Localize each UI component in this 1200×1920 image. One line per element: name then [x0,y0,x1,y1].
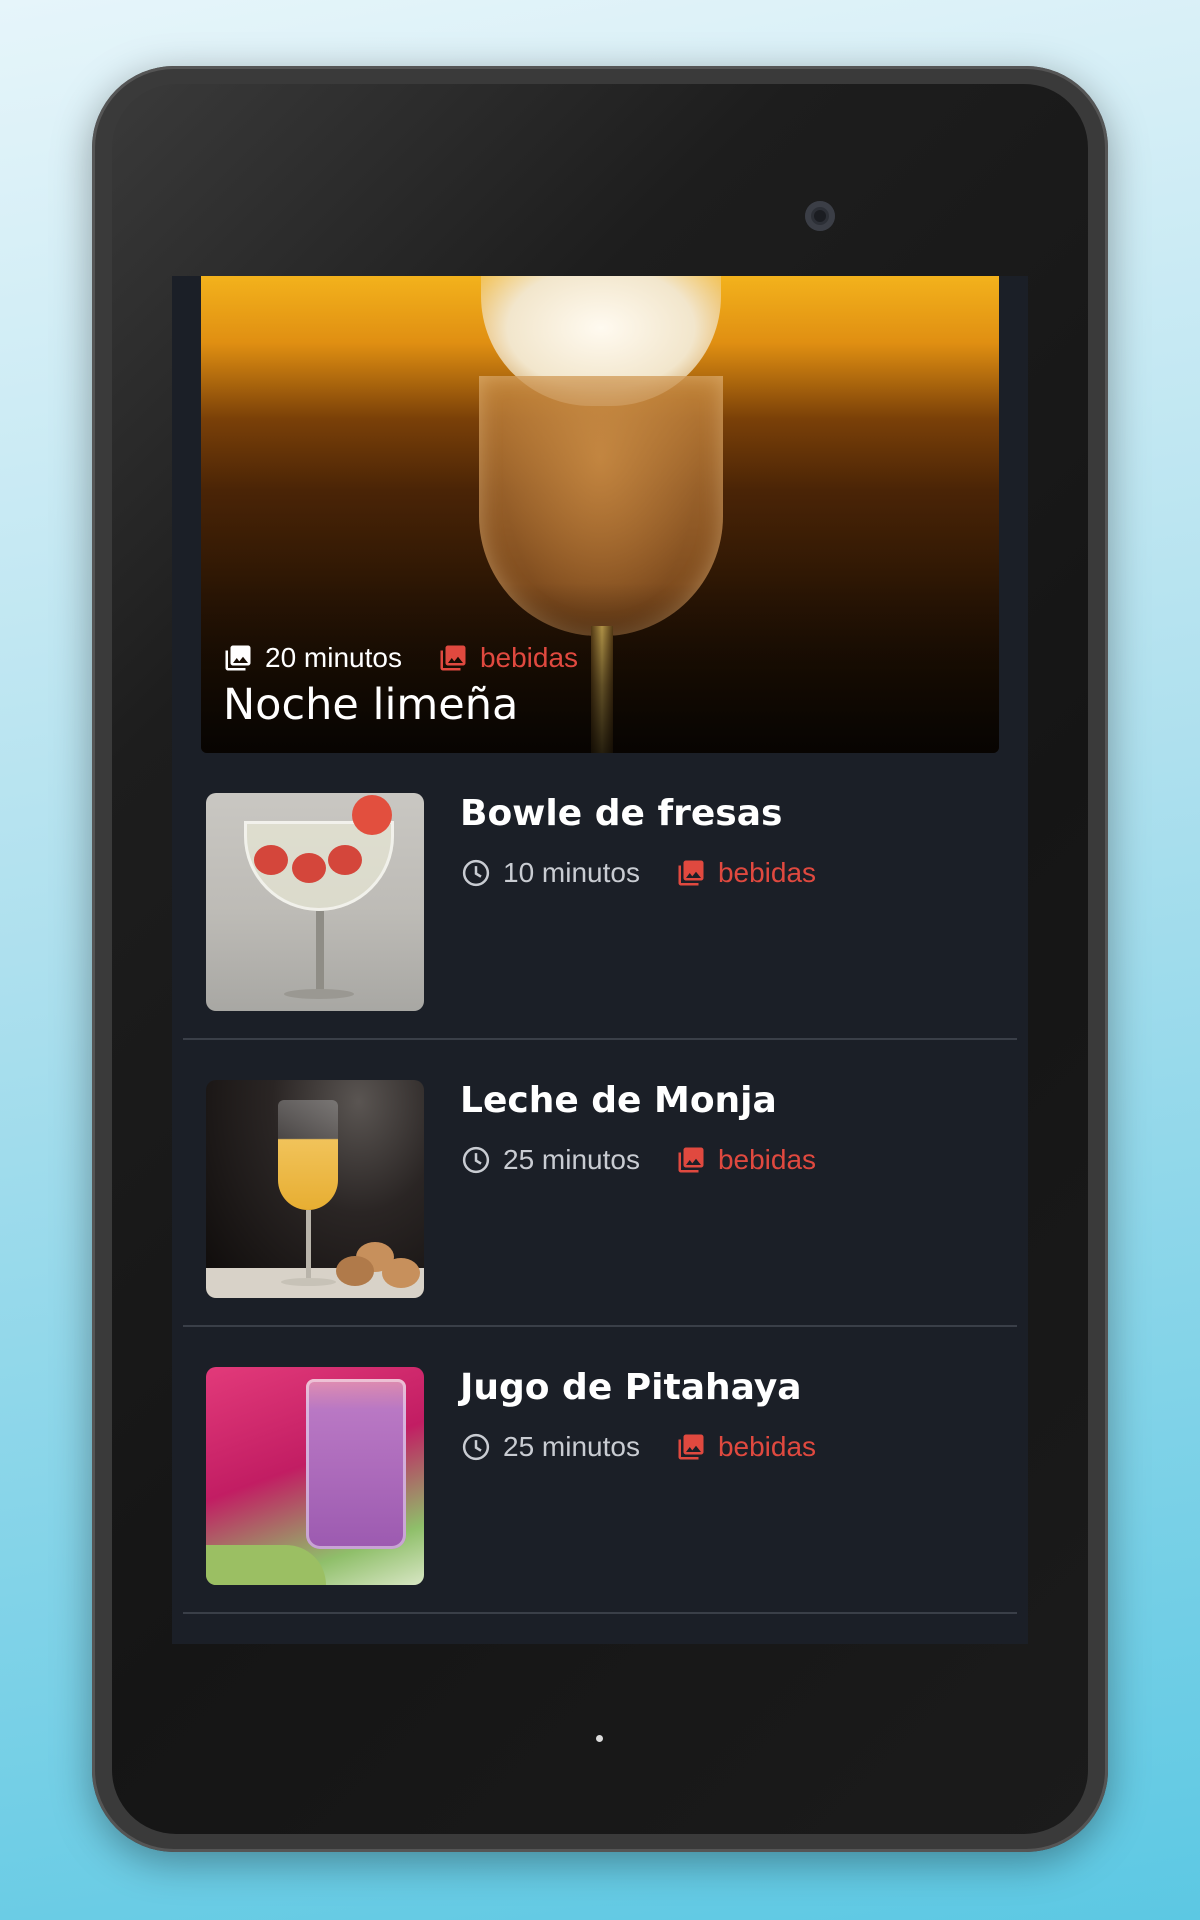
photo-library-icon [678,1434,704,1460]
featured-title: Noche limeña [223,680,519,730]
recipe-thumbnail [206,793,424,1011]
recipe-category: bebidas [717,857,817,888]
recipe-title: Bowle de fresas [460,793,783,834]
recipe-category: bebidas [717,1431,817,1462]
photo-library-icon [678,860,704,886]
recipe-time: 25 minutos [503,1144,640,1175]
recipe-meta: 25 minutos bebidas [461,1144,816,1176]
recipe-time: 10 minutos [503,857,640,888]
list-item[interactable]: Bowle de fresas 10 minutos bebidas [172,753,1028,1040]
recipe-meta: 25 minutos bebidas [461,1431,816,1463]
featured-meta: 20 minutos bebidas [223,642,578,674]
list-item[interactable]: Leche de Monja 25 minutos bebidas [172,1040,1028,1327]
photo-library-icon [225,645,251,671]
list-item[interactable]: Jugo de Pitahaya 25 minutos bebidas [172,1327,1028,1614]
featured-category: bebidas [479,642,579,673]
featured-time: 20 minutos [265,642,402,673]
recipe-thumbnail [206,1367,424,1585]
photo-library-icon [440,645,466,671]
recipe-meta: 10 minutos bebidas [461,857,816,889]
photo-library-icon [678,1147,704,1173]
home-indicator [596,1735,603,1742]
recipe-thumbnail [206,1080,424,1298]
clock-icon [462,1433,490,1461]
clock-icon [462,859,490,887]
recipe-category: bebidas [717,1144,817,1175]
recipe-title: Leche de Monja [460,1080,777,1121]
clock-icon [462,1146,490,1174]
featured-recipe-card[interactable]: 20 minutos bebidas Noche limeña [201,276,999,753]
list-divider [183,1612,1017,1614]
front-camera [805,201,835,231]
app-screen: 20 minutos bebidas Noche limeña Bowle de… [172,276,1028,1644]
recipe-time: 25 minutos [503,1431,640,1462]
recipe-title: Jugo de Pitahaya [460,1367,802,1408]
